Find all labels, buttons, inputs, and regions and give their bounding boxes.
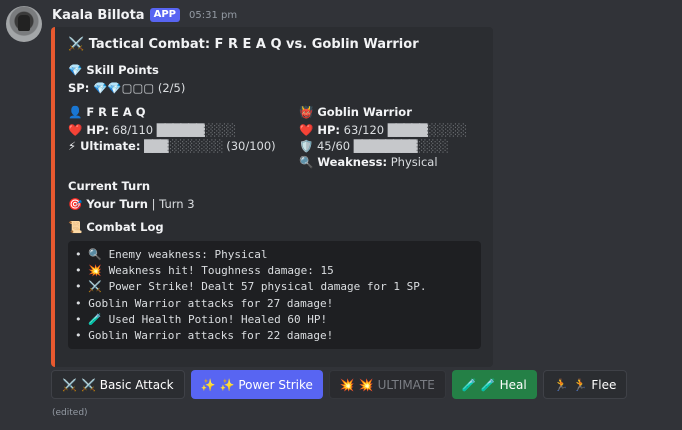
enemy-name: 👹 Goblin Warrior	[299, 105, 412, 119]
avatar[interactable]	[6, 6, 42, 42]
shield-icon: 🛡️	[299, 139, 314, 153]
heal-label: 🧪 Heal	[480, 377, 527, 392]
sp-row: SP: 💎💎▢▢▢ (2/5)	[68, 81, 185, 95]
sparkles-icon: ✨	[200, 377, 216, 392]
enemy-hp-row: ❤️ HP: 63/120 █████░░░░░	[299, 123, 467, 137]
sp-label: SP:	[68, 81, 90, 95]
turn-number: | Turn 3	[151, 197, 195, 211]
running-icon: 🏃	[553, 377, 569, 392]
turn-who: 🎯 Your Turn	[68, 197, 148, 211]
combat-log: • 🔍 Enemy weakness: Physical • 💥 Weaknes…	[68, 241, 481, 349]
log-line: • 🔍 Enemy weakness: Physical	[75, 248, 268, 261]
current-turn-label: Current Turn	[68, 179, 151, 193]
log-line: • Goblin Warrior attacks for 27 damage!	[75, 296, 334, 310]
player-hp-value: 68/110	[112, 123, 154, 137]
enemy-weakness-row: 🔍 Weakness: Physical	[299, 155, 438, 169]
basic-attack-label: ⚔️ Basic Attack	[80, 377, 174, 392]
skill-points-label: 💎 Skill Points	[68, 63, 159, 77]
log-line: • 🧪 Used Health Potion! Healed 60 HP!	[75, 312, 328, 326]
ultimate-label: 💥 ULTIMATE	[358, 377, 435, 392]
player-hp-label: ❤️ HP:	[68, 123, 109, 137]
flee-button[interactable]: 🏃 🏃 Flee	[542, 370, 628, 399]
enemy-shield-bar: ████████░░░░	[353, 139, 449, 153]
weakness-label: 🔍 Weakness:	[299, 155, 388, 169]
power-strike-button[interactable]: ✨ ✨ Power Strike	[190, 370, 323, 399]
edited-label: (edited)	[52, 408, 88, 418]
log-line: • Goblin Warrior attacks for 22 damage!	[75, 329, 334, 343]
embed-title: ⚔️ Tactical Combat: 𝗙 𝗥 𝗘 𝗔 𝗤 vs. Goblin…	[68, 37, 419, 52]
action-buttons: ⚔️ ⚔️ Basic Attack ✨ ✨ Power Strike 💥 💥 …	[51, 370, 628, 399]
enemy-shield-value: 45/60	[316, 139, 351, 153]
enemy-shield-row: 🛡️ 45/60 ████████░░░░	[299, 139, 449, 153]
explosion-icon: 💥	[339, 377, 355, 392]
player-ult-value: (30/100)	[226, 139, 276, 153]
swords-icon: ⚔️	[62, 377, 77, 392]
turn-row: 🎯 Your Turn | Turn 3	[68, 197, 195, 211]
player-ult-label: ⚡ Ultimate:	[68, 139, 141, 153]
log-line: • ⚔️ Power Strike! Dealt 57 physical dam…	[75, 280, 427, 294]
flee-label: 🏃 Flee	[572, 377, 617, 392]
log-line: • 💥 Weakness hit! Toughness damage: 15	[75, 264, 334, 278]
sp-value: 💎💎▢▢▢ (2/5)	[92, 81, 186, 95]
player-name: 👤 𝗙 𝗥 𝗘 𝗔 𝗤	[68, 105, 146, 119]
ultimate-button[interactable]: 💥 💥 ULTIMATE	[328, 370, 446, 399]
username[interactable]: Kaala Billota	[52, 8, 145, 23]
enemy-hp-label: ❤️ HP:	[299, 123, 340, 137]
potion-icon: 🧪	[461, 377, 477, 392]
player-hp-bar: ██████░░░░	[156, 123, 236, 137]
combat-log-label: 📜 Combat Log	[68, 220, 164, 234]
message-header: Kaala Billota APP 05:31 pm	[52, 6, 237, 24]
app-badge: APP	[149, 8, 180, 22]
weakness-value: Physical	[390, 155, 438, 169]
player-ult-bar: ███░░░░░░░	[144, 139, 223, 153]
combat-embed: ⚔️ Tactical Combat: 𝗙 𝗥 𝗘 𝗔 𝗤 vs. Goblin…	[51, 27, 493, 367]
basic-attack-button[interactable]: ⚔️ ⚔️ Basic Attack	[51, 370, 185, 399]
player-ultimate-row: ⚡ Ultimate: ███░░░░░░░ (30/100)	[68, 139, 276, 153]
player-hp-row: ❤️ HP: 68/110 ██████░░░░	[68, 123, 236, 137]
heal-button[interactable]: 🧪 🧪 Heal	[451, 370, 537, 399]
enemy-hp-value: 63/120	[343, 123, 385, 137]
timestamp: 05:31 pm	[188, 9, 238, 21]
power-strike-label: ✨ Power Strike	[219, 377, 313, 392]
enemy-hp-bar: █████░░░░░	[387, 123, 467, 137]
